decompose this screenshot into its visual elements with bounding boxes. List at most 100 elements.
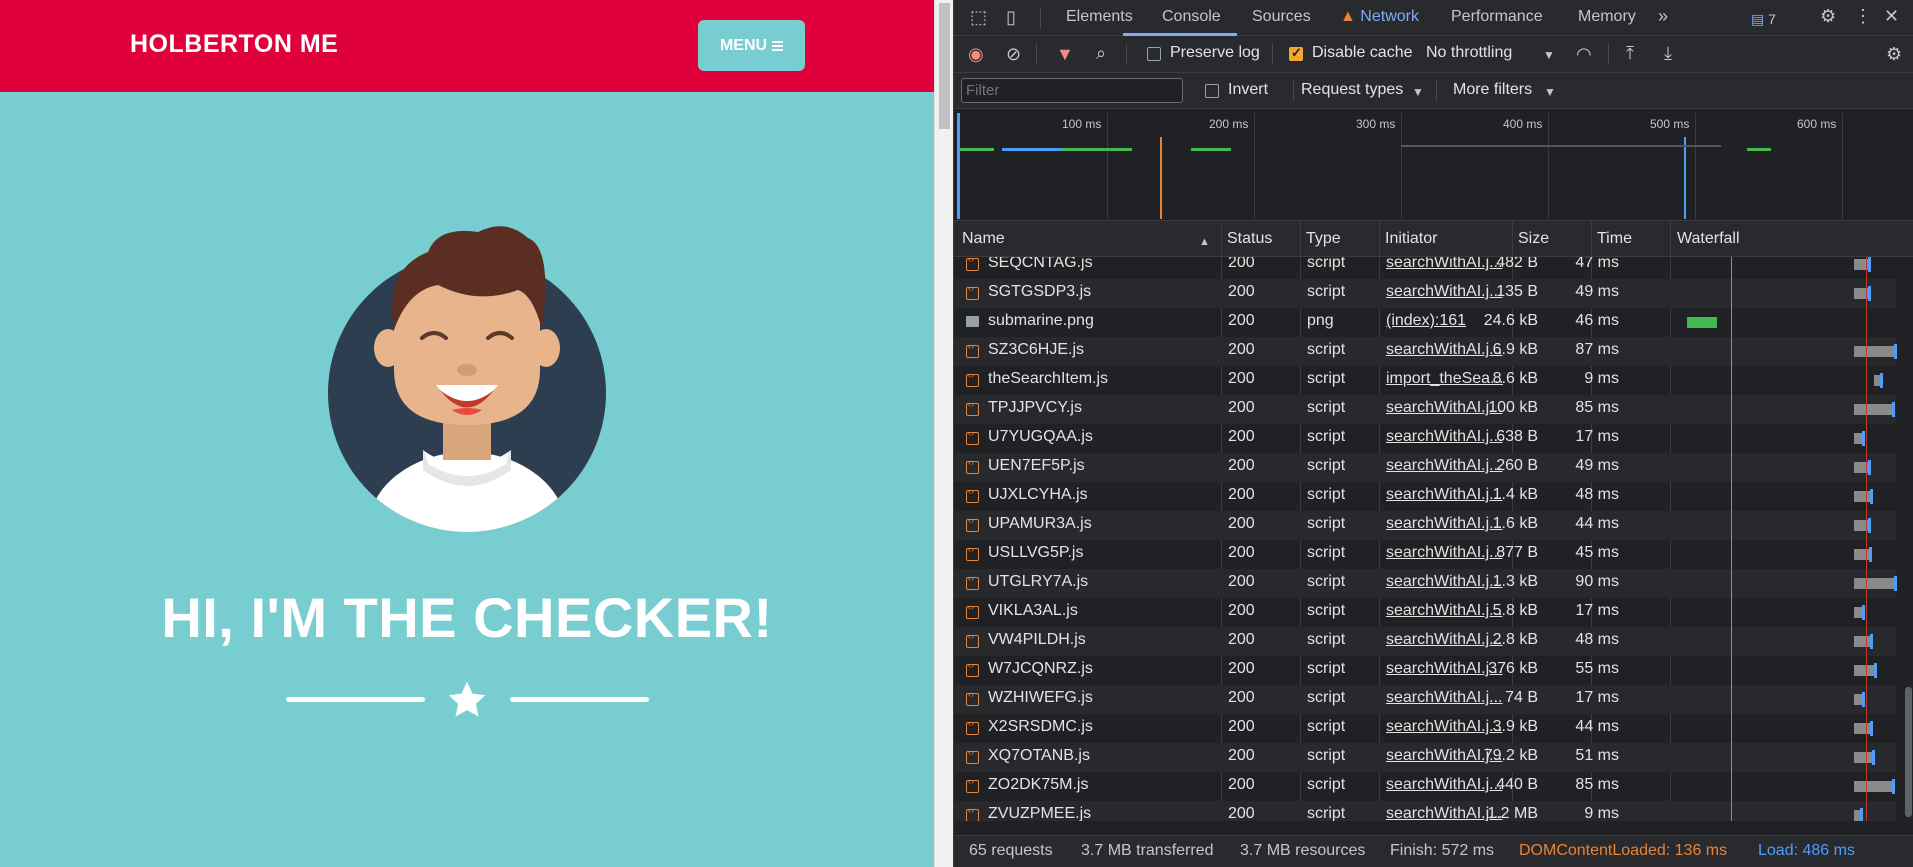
column-header-status[interactable]: Status bbox=[1227, 230, 1272, 248]
column-header-size[interactable]: Size bbox=[1518, 230, 1549, 248]
scrollbar-thumb[interactable] bbox=[1905, 687, 1912, 817]
wifi-settings-icon[interactable]: ◠ bbox=[1576, 45, 1592, 63]
table-row[interactable]: UPAMUR3A.js200scriptsearchWithAI.j...1.6… bbox=[954, 511, 1896, 540]
request-name: X2SRSDMC.js bbox=[988, 718, 1093, 735]
table-row[interactable]: UEN7EF5P.js200scriptsearchWithAI.j...260… bbox=[954, 453, 1896, 482]
download-icon[interactable]: ⤓ bbox=[1664, 44, 1672, 62]
waterfall-marker bbox=[1868, 518, 1871, 533]
sort-ascending-icon: ▲ bbox=[1199, 236, 1210, 248]
column-header-type[interactable]: Type bbox=[1306, 230, 1341, 248]
tab-elements[interactable]: Elements bbox=[1066, 8, 1133, 26]
table-row[interactable]: XQ7OTANB.js200scriptsearchWithAI.j...79.… bbox=[954, 743, 1896, 772]
waterfall-marker bbox=[1869, 547, 1872, 562]
request-time: 87 ms bbox=[1575, 341, 1619, 358]
table-row[interactable]: SGTGSDP3.js200scriptsearchWithAI.j...135… bbox=[954, 279, 1896, 308]
table-row[interactable]: W7JCQNRZ.js200scriptsearchWithAI.j...376… bbox=[954, 656, 1896, 685]
filter-input[interactable] bbox=[961, 78, 1183, 103]
table-row[interactable]: VW4PILDH.js200scriptsearchWithAI.j...2.8… bbox=[954, 627, 1896, 656]
request-time: 9 ms bbox=[1584, 805, 1619, 821]
clear-icon[interactable]: ⊘ bbox=[1006, 45, 1021, 63]
waterfall-load-line bbox=[1731, 257, 1732, 821]
request-type: script bbox=[1307, 370, 1346, 387]
script-file-icon bbox=[966, 457, 979, 474]
request-types-dropdown[interactable]: Request types bbox=[1301, 81, 1403, 99]
disable-cache-checkbox[interactable] bbox=[1289, 45, 1303, 61]
waterfall-marker bbox=[1874, 663, 1877, 678]
preserve-log-checkbox[interactable] bbox=[1147, 47, 1161, 61]
table-row[interactable]: ZO2DK75M.js200scriptsearchWithAI.j...440… bbox=[954, 772, 1896, 801]
requests-count: 65 requests bbox=[969, 842, 1053, 859]
network-settings-icon[interactable]: ⚙ bbox=[1886, 45, 1902, 63]
chevron-down-icon: ▼ bbox=[1412, 85, 1424, 99]
table-row[interactable]: X2SRSDMC.js200scriptsearchWithAI.j...3.9… bbox=[954, 714, 1896, 743]
issues-icon[interactable]: ▤ 7 bbox=[1751, 10, 1776, 28]
table-row[interactable]: TPJJPVCY.js200scriptsearchWithAI.j...100… bbox=[954, 395, 1896, 424]
request-status: 200 bbox=[1228, 602, 1255, 619]
request-name: ZO2DK75M.js bbox=[988, 776, 1089, 793]
column-header-waterfall[interactable]: Waterfall bbox=[1677, 230, 1740, 248]
timeline-start-handle[interactable] bbox=[957, 113, 960, 219]
table-row[interactable]: UTGLRY7A.js200scriptsearchWithAI.j...1.3… bbox=[954, 569, 1897, 598]
tab-memory[interactable]: Memory bbox=[1578, 8, 1636, 26]
grid-line bbox=[1107, 113, 1108, 219]
device-toolbar-icon[interactable]: ▯ bbox=[1006, 8, 1016, 26]
request-time: 17 ms bbox=[1575, 689, 1619, 706]
script-file-icon bbox=[966, 660, 979, 677]
more-tabs-icon[interactable]: » bbox=[1658, 7, 1668, 25]
table-row[interactable]: theSearchItem.js200scriptimport_theSea..… bbox=[954, 366, 1896, 395]
table-row[interactable]: UJXLCYHA.js200scriptsearchWithAI.j...1.4… bbox=[954, 482, 1896, 511]
invert-checkbox[interactable] bbox=[1205, 84, 1219, 98]
request-time: 48 ms bbox=[1575, 631, 1619, 648]
script-file-icon bbox=[966, 776, 979, 793]
table-row[interactable]: SEQCNTAG.js200scriptsearchWithAI.j...482… bbox=[954, 257, 1896, 279]
tab-sources[interactable]: Sources bbox=[1252, 8, 1311, 26]
column-header-time[interactable]: Time bbox=[1597, 230, 1632, 248]
column-header-initiator[interactable]: Initiator bbox=[1385, 230, 1437, 248]
tab-performance[interactable]: Performance bbox=[1451, 8, 1543, 26]
request-status: 200 bbox=[1228, 457, 1255, 474]
record-icon[interactable]: ◉ bbox=[968, 45, 984, 63]
brand-logo[interactable]: HOLBERTON ME bbox=[130, 30, 338, 59]
tab-console[interactable]: Console bbox=[1162, 8, 1221, 26]
filter-icon[interactable]: ▼ bbox=[1056, 45, 1074, 63]
request-time: 90 ms bbox=[1575, 573, 1619, 590]
close-icon[interactable]: ✕ bbox=[1884, 7, 1899, 25]
tab-network-label: Network bbox=[1360, 8, 1419, 25]
load-marker bbox=[1684, 137, 1686, 219]
column-header-name[interactable]: Name bbox=[962, 230, 1005, 248]
kebab-menu-icon[interactable]: ⋮ bbox=[1854, 7, 1872, 25]
request-time: 17 ms bbox=[1575, 428, 1619, 445]
star-icon bbox=[448, 681, 486, 717]
table-row[interactable]: WZHIWEFG.js200scriptsearchWithAI.j...74 … bbox=[954, 685, 1896, 714]
script-file-icon bbox=[966, 283, 979, 300]
upload-icon[interactable]: ⤒ bbox=[1626, 44, 1634, 62]
request-name: ZVUZPMEE.js bbox=[988, 805, 1092, 821]
request-time: 17 ms bbox=[1575, 602, 1619, 619]
request-status: 200 bbox=[1228, 631, 1255, 648]
waterfall-bar bbox=[1854, 694, 1862, 705]
more-filters-dropdown[interactable]: More filters bbox=[1453, 81, 1532, 99]
table-scrollbar[interactable] bbox=[1902, 257, 1913, 821]
scrollbar-thumb[interactable] bbox=[939, 3, 950, 129]
request-type: script bbox=[1307, 805, 1346, 821]
table-row[interactable]: VIKLA3AL.js200scriptsearchWithAI.j...5.8… bbox=[954, 598, 1896, 627]
table-row[interactable]: SZ3C6HJE.js200scriptsearchWithAI.j...6.9… bbox=[954, 337, 1897, 366]
site-header: HOLBERTON ME MENU bbox=[0, 0, 934, 92]
search-icon[interactable]: ⌕ bbox=[1096, 44, 1106, 62]
inspect-element-icon[interactable]: ⬚ bbox=[970, 8, 987, 26]
table-row[interactable]: U7YUGQAA.js200scriptsearchWithAI.j...638… bbox=[954, 424, 1896, 453]
waterfall-bar bbox=[1854, 578, 1894, 589]
settings-icon[interactable]: ⚙ bbox=[1820, 7, 1836, 25]
throttling-select[interactable]: No throttling bbox=[1426, 44, 1512, 62]
table-row[interactable]: USLLVG5P.js200scriptsearchWithAI.j...877… bbox=[954, 540, 1896, 569]
table-row[interactable]: ZVUZPMEE.js200scriptsearchWithAI.j...1.2… bbox=[954, 801, 1896, 821]
grid-line bbox=[1548, 113, 1549, 219]
image-file-icon bbox=[966, 316, 979, 327]
page-scrollbar[interactable] bbox=[934, 0, 953, 867]
network-overview-timeline[interactable]: 100 ms 200 ms 300 ms 400 ms 500 ms 600 m… bbox=[954, 109, 1913, 221]
waterfall-marker bbox=[1862, 605, 1865, 620]
tab-network[interactable]: ▲ Network bbox=[1340, 8, 1419, 26]
table-body: SEQCNTAG.js200scriptsearchWithAI.j...482… bbox=[954, 257, 1913, 821]
menu-button[interactable]: MENU bbox=[698, 20, 805, 71]
table-row[interactable]: submarine.png 200 png (index):161 24.6 kB 46 … bbox=[954, 308, 1896, 337]
